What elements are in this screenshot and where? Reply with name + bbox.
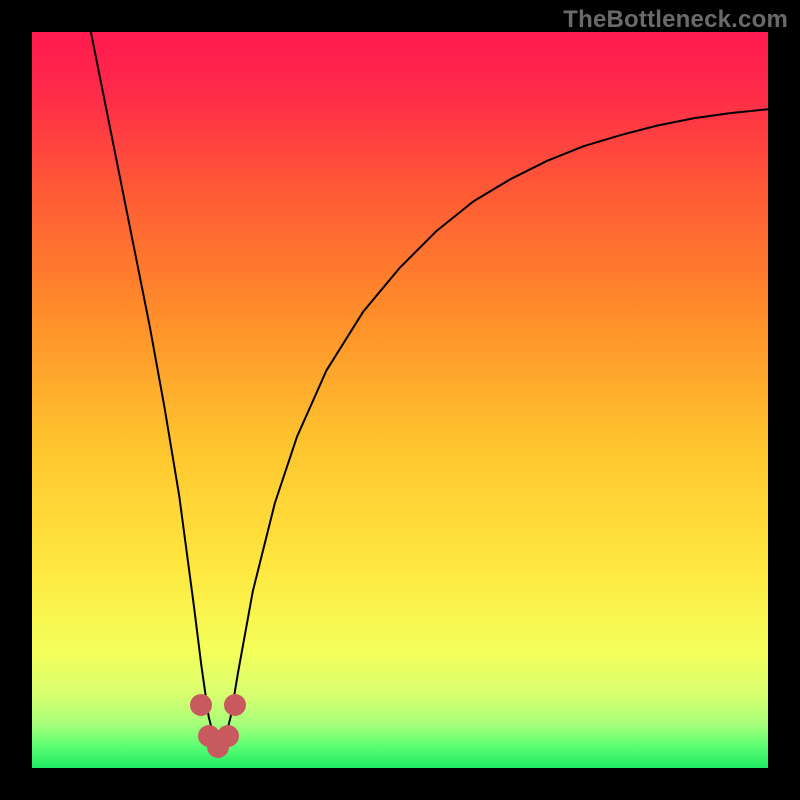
- bottleneck-curve: [32, 32, 768, 768]
- bottleneck-marker: [190, 694, 212, 716]
- bottleneck-marker: [217, 725, 239, 747]
- chart-frame: TheBottleneck.com: [0, 0, 800, 800]
- bottleneck-marker: [224, 694, 246, 716]
- plot-area: [32, 32, 768, 768]
- watermark-text: TheBottleneck.com: [563, 6, 788, 34]
